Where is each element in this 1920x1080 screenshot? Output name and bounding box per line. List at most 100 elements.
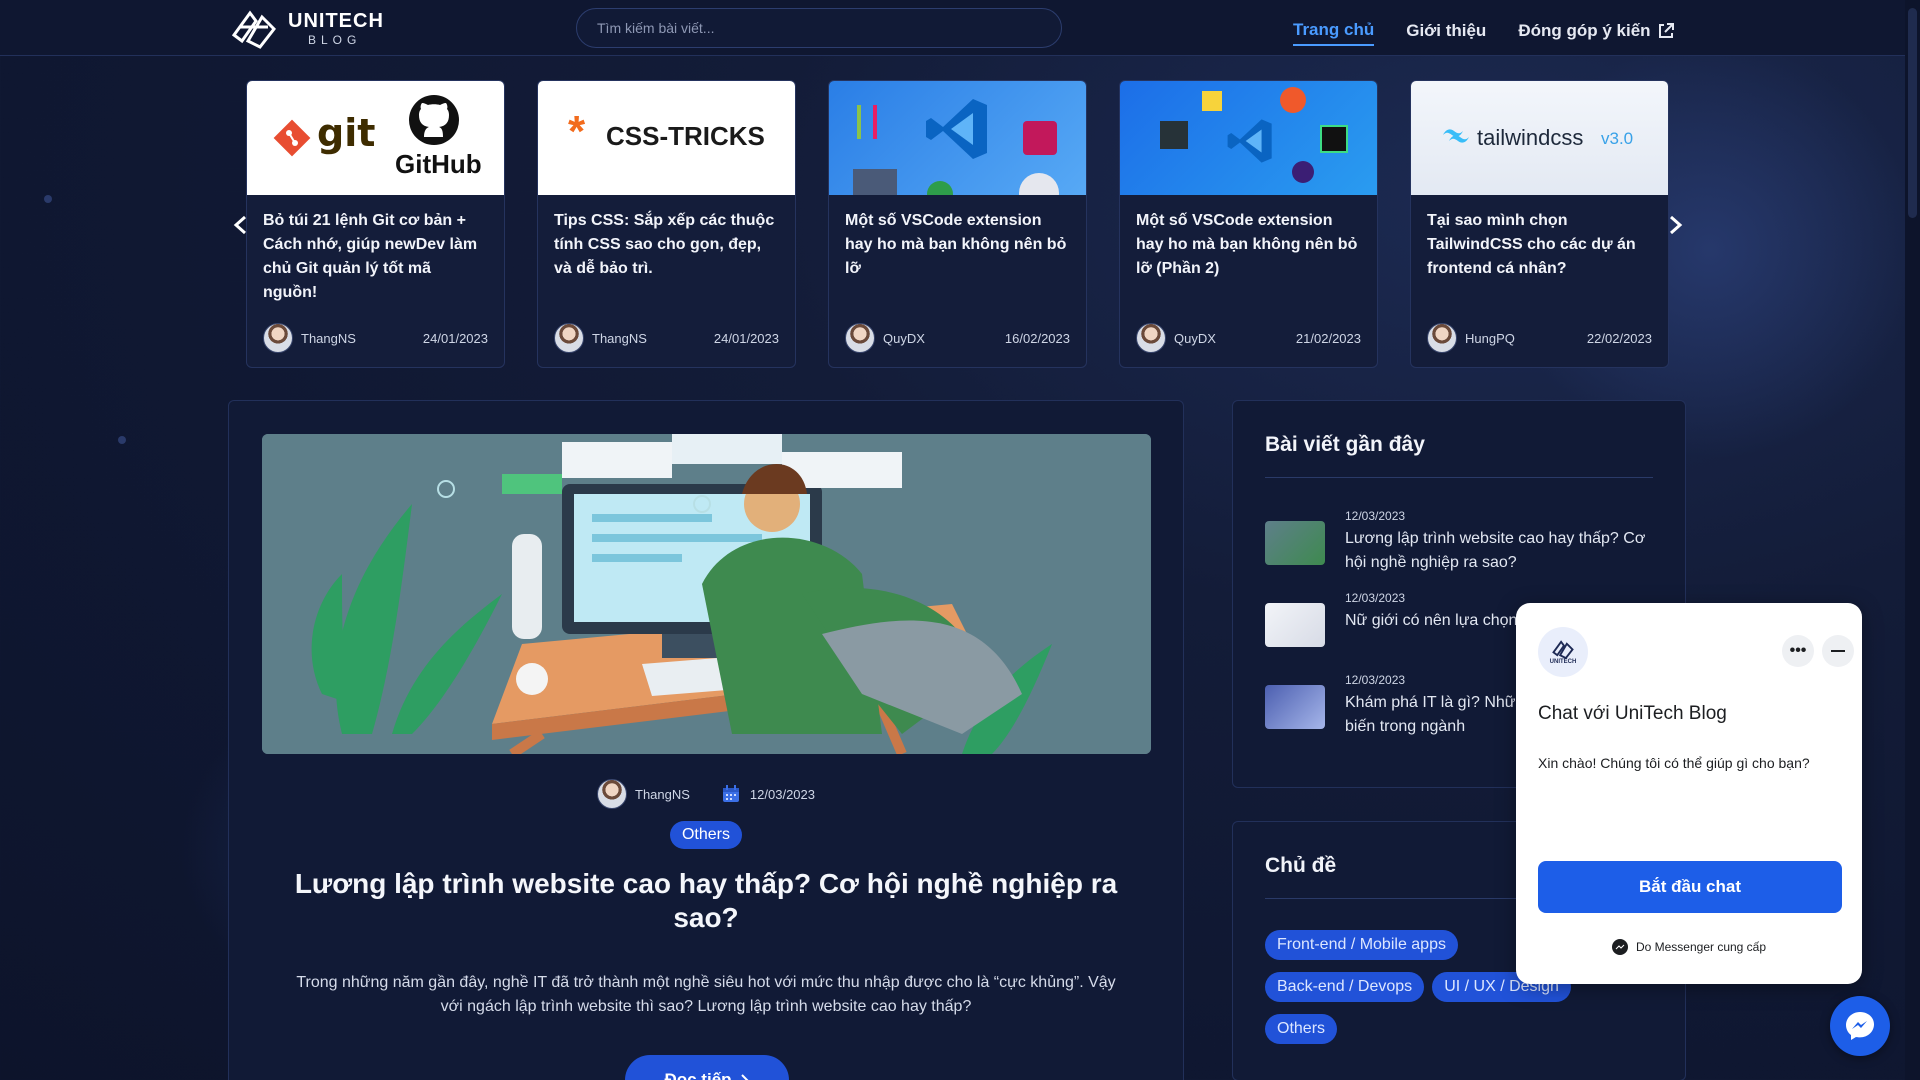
author-avatar <box>554 323 584 353</box>
card-author: ThangNS <box>592 330 647 346</box>
calendar-icon <box>722 785 739 802</box>
more-icon: ••• <box>1789 642 1807 659</box>
external-link-icon <box>1658 23 1674 38</box>
extension-icon <box>1023 121 1057 155</box>
author-avatar <box>845 323 875 353</box>
scrollbar-thumb[interactable] <box>1908 8 1917 218</box>
recent-post-date: 12/03/2023 <box>1345 509 1406 523</box>
extension-icon <box>1292 161 1314 183</box>
css-tricks-wordmark: CSS-TRICKS <box>606 121 765 151</box>
card-date: 21/02/2023 <box>1295 330 1361 346</box>
card-title[interactable]: Một số VSCode extension hay ho mà bạn kh… <box>1120 195 1377 313</box>
chat-minimize-button[interactable] <box>1822 635 1854 667</box>
featured-article: ThangNS 12/03/2023 Others Lương lập trìn… <box>228 400 1184 1080</box>
nav-feedback[interactable]: Đóng góp ý kiến <box>1518 21 1674 41</box>
card-author: ThangNS <box>301 330 356 346</box>
chevron-right-icon <box>740 1074 748 1080</box>
featured-carousel: git GitHub Bỏ túi 21 lệnh Git cơ bản + C… <box>228 80 1688 368</box>
recent-post-item[interactable]: 12/03/2023 Lương lập trình website cao h… <box>1265 509 1665 575</box>
read-more-button[interactable]: Đọc tiếp <box>625 1055 789 1080</box>
chat-greeting: Xin chào! Chúng tôi có thể giúp gì cho b… <box>1538 755 1810 771</box>
git-icon <box>273 119 311 157</box>
card-thumbnail <box>1120 81 1377 195</box>
author-avatar <box>1427 323 1457 353</box>
logo-subtitle: BLOG <box>308 32 362 47</box>
card-date: 24/01/2023 <box>422 330 488 346</box>
carousel-card[interactable]: Một số VSCode extension hay ho mà bạn kh… <box>1119 80 1378 368</box>
messenger-launcher-button[interactable] <box>1830 996 1890 1056</box>
article-title[interactable]: Lương lập trình website cao hay thấp? Cơ… <box>269 867 1143 935</box>
chat-footer: Do Messenger cung cấp <box>1516 939 1862 955</box>
main-nav: Trang chủ Giới thiệu Đóng góp ý kiến <box>1293 16 1674 46</box>
carousel-card[interactable]: git GitHub Bỏ túi 21 lệnh Git cơ bản + C… <box>246 80 505 368</box>
card-title[interactable]: Tại sao mình chọn TailwindCSS cho các dự… <box>1411 195 1668 313</box>
author-avatar <box>597 779 627 809</box>
extension-icon <box>857 105 877 139</box>
tailwind-version: v3.0 <box>1601 129 1634 148</box>
article-meta: ThangNS 12/03/2023 <box>229 779 1183 809</box>
article-author[interactable]: ThangNS <box>635 787 690 802</box>
messenger-icon <box>1611 939 1628 955</box>
card-thumbnail: git GitHub <box>247 81 504 195</box>
card-author: QuyDX <box>1174 330 1216 346</box>
chevron-left-icon <box>233 215 246 235</box>
chat-logo-text: UNITECH <box>1549 659 1577 665</box>
minimize-icon <box>1831 650 1845 652</box>
nav-home[interactable]: Trang chủ <box>1293 20 1375 46</box>
carousel-card[interactable]: Một số VSCode extension hay ho mà bạn kh… <box>828 80 1087 368</box>
card-title[interactable]: Bỏ túi 21 lệnh Git cơ bản + Cách nhớ, gi… <box>247 195 504 313</box>
tailwind-wordmark: tailwindcss <box>1477 125 1584 150</box>
article-hero-image[interactable] <box>262 434 1151 754</box>
recent-post-title[interactable]: Lương lập trình website cao hay thấp? Cơ… <box>1345 527 1665 575</box>
nav-feedback-label: Đóng góp ý kiến <box>1518 21 1651 40</box>
chat-page-avatar: UNITECH <box>1538 627 1588 677</box>
extension-icon <box>853 169 897 195</box>
messenger-chat-popup: UNITECH ••• Chat với UniTech Blog Xin ch… <box>1516 603 1862 984</box>
article-date: 12/03/2023 <box>749 786 815 802</box>
nav-about-label: Giới thiệu <box>1406 21 1487 40</box>
topic-tag[interactable]: Front-end / Mobile apps <box>1265 930 1458 960</box>
recent-post-thumbnail <box>1265 685 1325 729</box>
check-icon <box>927 181 953 195</box>
card-date: 24/01/2023 <box>713 330 779 346</box>
unitech-logo-icon <box>1552 640 1574 659</box>
page-scrollbar[interactable] <box>1905 0 1920 1080</box>
background-dot <box>118 436 126 444</box>
search-input[interactable] <box>576 8 1062 48</box>
author-avatar <box>1136 323 1166 353</box>
nav-about[interactable]: Giới thiệu <box>1406 21 1486 41</box>
recent-posts-heading: Bài viết gần đây <box>1265 433 1425 456</box>
topics-heading: Chủ đề <box>1265 854 1337 877</box>
article-excerpt: Trong những năm gần đây, nghề IT đã trở … <box>296 974 1116 1015</box>
github-wordmark: GitHub <box>395 149 482 179</box>
chat-options-button[interactable]: ••• <box>1782 635 1814 667</box>
extension-icon <box>1019 173 1059 195</box>
site-logo[interactable]: UNITECH BLOG <box>228 7 384 49</box>
card-author: QuyDX <box>883 330 925 346</box>
card-date: 16/02/2023 <box>1004 330 1070 346</box>
logo-title: UNITECH <box>288 9 384 32</box>
developer-illustration <box>262 434 1151 754</box>
tailwind-icon <box>1443 129 1469 143</box>
recent-post-thumbnail <box>1265 603 1325 647</box>
card-title[interactable]: Tips CSS: Sắp xếp các thuộc tính CSS sao… <box>538 195 795 313</box>
asterisk-icon: * <box>568 107 586 156</box>
carousel-card[interactable]: * CSS-TRICKS Tips CSS: Sắp xếp các thuộc… <box>537 80 796 368</box>
vscode-icon <box>926 99 987 159</box>
code-icon <box>1160 121 1188 149</box>
read-more-label: Đọc tiếp <box>664 1070 732 1080</box>
card-thumbnail <box>829 81 1086 195</box>
start-chat-button[interactable]: Bắt đầu chat <box>1538 861 1842 913</box>
messenger-icon <box>1846 1012 1874 1040</box>
topic-tag[interactable]: Others <box>1265 1014 1338 1044</box>
card-title[interactable]: Một số VSCode extension hay ho mà bạn kh… <box>829 195 1086 313</box>
chevron-right-icon <box>1670 215 1683 235</box>
article-category-tag[interactable]: Others <box>669 821 742 849</box>
background-dot <box>44 195 52 203</box>
js-icon <box>1202 91 1222 111</box>
carousel-card[interactable]: tailwindcss v3.0 Tại sao mình chọn Tailw… <box>1410 80 1669 368</box>
card-thumbnail: * CSS-TRICKS <box>538 81 795 195</box>
topic-tag[interactable]: Back-end / Devops <box>1265 972 1425 1002</box>
recent-post-thumbnail <box>1265 521 1325 565</box>
git-wordmark: git <box>317 111 376 155</box>
